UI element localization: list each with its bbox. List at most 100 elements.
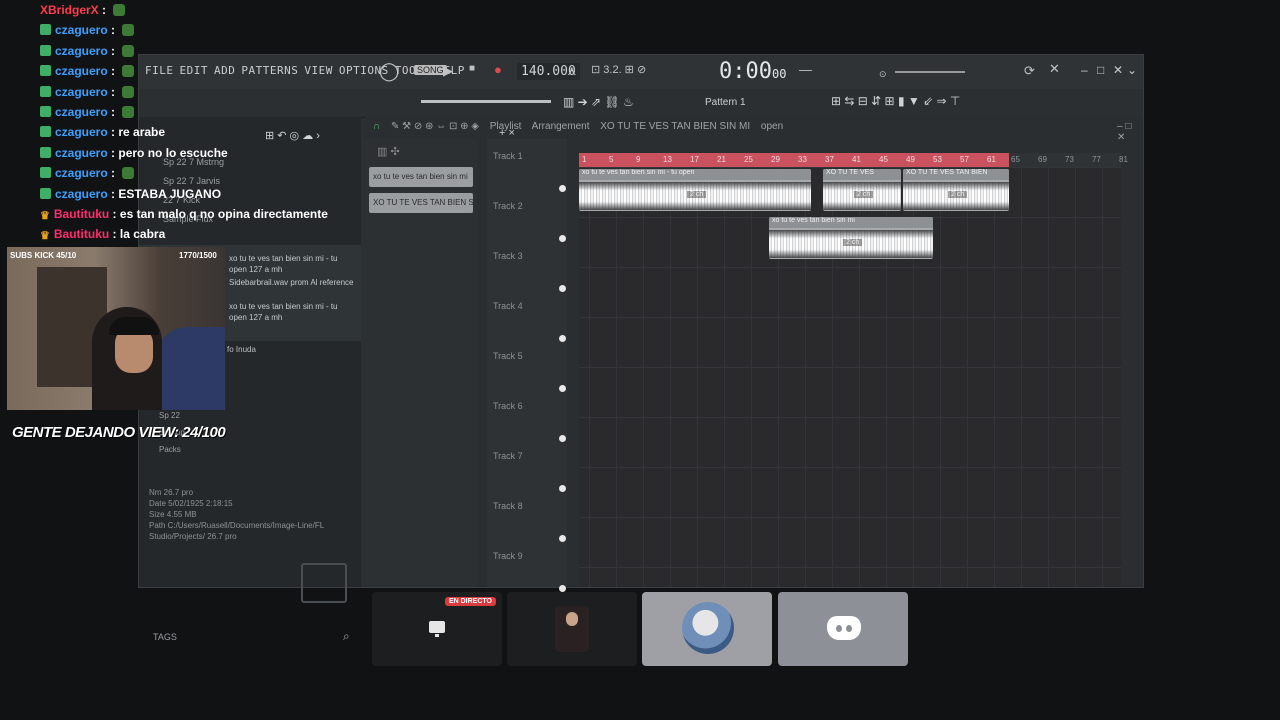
stop-button[interactable]: ■ — [469, 63, 475, 74]
discord-tile-user-1[interactable] — [507, 592, 637, 666]
track-label[interactable]: Track 7 — [493, 451, 523, 461]
tools-icon[interactable]: ✕ — [1049, 61, 1060, 77]
snap-icon[interactable]: ▥ ➔ ⇗ ⛓ ♨ — [563, 95, 634, 109]
grid-line — [940, 153, 941, 587]
playlist-window-buttons[interactable]: – □ ✕ — [1117, 121, 1135, 143]
oscilloscope: — — [799, 62, 812, 77]
grid-line — [616, 153, 617, 587]
pattern-selector[interactable]: Pattern 1 — [705, 97, 746, 108]
webcam-blanket — [157, 327, 225, 410]
track-label[interactable]: Track 8 — [493, 501, 523, 511]
magnet-icon[interactable]: ∩ — [373, 121, 380, 132]
wait-icon[interactable]: ⊡ 3.2. ⊞ ⊘ — [591, 63, 646, 76]
chat-colon: : — [107, 145, 119, 160]
playlist-grid[interactable]: xo tu te ves tan bien sin mi - tu open 2 … — [579, 153, 1121, 587]
browser-extra-item[interactable]: fo Inuda — [227, 345, 256, 354]
hint-bar — [421, 100, 551, 103]
tags-label[interactable]: TAGS — [153, 632, 177, 642]
audio-clip[interactable]: xo tu te ves tan bien sin mi 2 ch — [769, 217, 933, 259]
track-label[interactable]: Track 2 — [493, 201, 523, 211]
arrangement-name[interactable]: XO TU TE VES TAN BIEN SIN MI — [600, 121, 750, 132]
chat-colon: : — [107, 43, 119, 58]
chat-username[interactable]: Bautituku — [54, 227, 109, 241]
arrangement-open[interactable]: open — [761, 121, 783, 132]
track-mute-dot[interactable] — [559, 485, 566, 492]
chat-username[interactable]: XBridgerX — [40, 3, 99, 17]
ruler-tick: 45 — [879, 155, 888, 164]
chat-username[interactable]: czaguero — [55, 105, 108, 119]
time-display[interactable]: 0:0000 — [719, 59, 786, 84]
track-label[interactable]: Track 1 — [493, 151, 523, 161]
audio-clip[interactable]: xo tu te ves tan bien sin mi - tu open 2 … — [579, 169, 811, 211]
track-label[interactable]: Track 4 — [493, 301, 523, 311]
master-volume-icon[interactable]: ⊙ — [879, 69, 887, 80]
track-lane[interactable] — [579, 367, 1121, 418]
track-label[interactable]: Track 9 — [493, 551, 523, 561]
track-mute-dot[interactable] — [559, 585, 566, 592]
track-lane[interactable] — [579, 467, 1121, 518]
record-mode-icon[interactable]: ◯ — [379, 61, 399, 82]
track-label[interactable]: Track 6 — [493, 401, 523, 411]
arrangement-label[interactable]: Arrangement — [532, 121, 590, 132]
track-lane[interactable] — [579, 317, 1121, 368]
grid-line — [1021, 153, 1022, 587]
search-icon[interactable]: ⌕ — [343, 629, 350, 644]
browser-folder[interactable]: Packs — [159, 441, 185, 458]
maximize-button[interactable]: □ — [1097, 63, 1104, 77]
follower-counter: 1770/1500 — [179, 251, 217, 260]
track-mute-dot[interactable] — [559, 285, 566, 292]
clip-list-icons[interactable]: ▥ ✣ — [377, 145, 400, 158]
chat-username[interactable]: czaguero — [55, 146, 108, 160]
minimize-button[interactable]: – — [1081, 63, 1088, 77]
track-label[interactable]: Track 5 — [493, 351, 523, 361]
chat-text: la cabra — [119, 227, 166, 242]
chat-username[interactable]: Bautituku — [54, 207, 109, 221]
chat-username[interactable]: czaguero — [55, 187, 108, 201]
menu-chevron-icon[interactable]: ⌄ — [1127, 63, 1137, 77]
track-label[interactable]: Track 3 — [493, 251, 523, 261]
ruler-tick: 69 — [1038, 155, 1047, 164]
chat-message: czaguero : — [40, 20, 340, 40]
chat-username[interactable]: czaguero — [55, 166, 108, 180]
track-mute-dot[interactable] — [559, 235, 566, 242]
play-button[interactable]: ▶ — [443, 63, 453, 79]
chat-username[interactable]: czaguero — [55, 125, 108, 139]
track-mute-dot[interactable] — [559, 535, 566, 542]
discord-tile-user-3[interactable] — [778, 592, 908, 666]
close-button[interactable]: ✕ — [1113, 63, 1123, 77]
track-lane[interactable] — [579, 417, 1121, 468]
track-mute-dot[interactable] — [559, 185, 566, 192]
chat-username[interactable]: czaguero — [55, 64, 108, 78]
avatar-face — [566, 612, 578, 626]
clip-tag: 2 ch — [843, 239, 863, 246]
track-mute-dot[interactable] — [559, 335, 566, 342]
view-buttons[interactable]: ⊞ ⇆ ⊟ ⇵ ⊞ ▮ ▼ ⇙ ⇒ ⊤ — [831, 94, 960, 108]
timeline-ruler-ext[interactable]: 65 69 73 77 81 — [1009, 153, 1128, 167]
emote-icon — [113, 4, 126, 16]
track-lane[interactable] — [579, 517, 1121, 568]
record-button[interactable]: ● — [494, 62, 502, 77]
timeline-ruler[interactable]: 1 5 9 13 17 21 25 29 33 37 41 45 49 53 57 61 — [579, 153, 1009, 167]
clip-item[interactable]: xo tu te ves tan bien sin mi — [369, 167, 473, 187]
master-volume-slider[interactable] — [895, 71, 965, 73]
discord-tile-screenshare[interactable]: EN DIRECTO — [372, 592, 502, 666]
track-lane[interactable] — [579, 267, 1121, 318]
playlist-tools-icon[interactable]: ✎ ⚒ ⊘ ⊛ ⇔ ⊡ ⊕ ◈ — [391, 121, 479, 132]
audio-clip[interactable]: XO TU TE VES 2 ch — [823, 169, 901, 211]
chat-username[interactable]: czaguero — [55, 44, 108, 58]
pattern-song-toggle[interactable]: SONG — [414, 65, 447, 75]
refresh-icon[interactable]: ⟳ — [1024, 63, 1035, 79]
clip-item[interactable]: XO TU TE VES TAN BIEN SIN MI — [369, 193, 473, 213]
subscriber-badge-icon — [40, 167, 51, 179]
chat-username[interactable]: czaguero — [55, 85, 108, 99]
track-mute-dot[interactable] — [559, 385, 566, 392]
track-headers: + × Track 1 Track 2 Track 3 Track 4 Track 5 T… — [487, 127, 567, 592]
metronome-icon[interactable]: ⋏ — [567, 63, 577, 79]
file-info-size: Size 4.55 MB — [149, 510, 197, 519]
discord-tile-user-2[interactable] — [642, 592, 772, 666]
track-lane[interactable] — [579, 567, 1121, 587]
audio-clip[interactable]: XO TU TE VES TAN BIEN 2 ch — [903, 169, 1009, 211]
chat-username[interactable]: czaguero — [55, 23, 108, 37]
track-mute-dot[interactable] — [559, 435, 566, 442]
add-track-icon[interactable]: + × — [499, 127, 515, 139]
